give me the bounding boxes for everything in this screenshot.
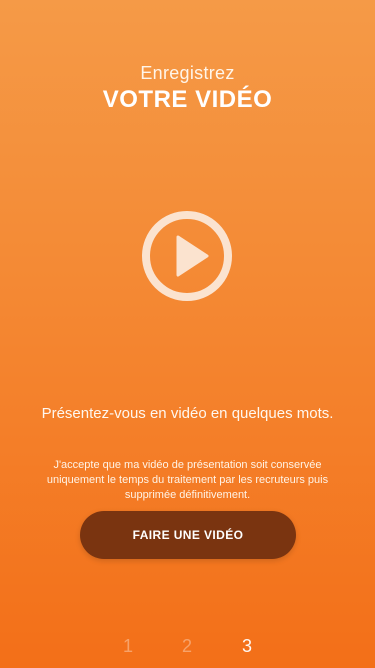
step-3[interactable]: 3 [237,634,257,658]
onboarding-screen: Enregistrez VOTRE VIDÉO Présentez-vous e… [0,0,375,668]
page-subtitle: Enregistrez [140,63,235,83]
step-indicator: 1 2 3 [0,634,375,658]
intro-text: Présentez-vous en vidéo en quelques mots… [41,405,334,422]
page-title: VOTRE VIDÉO [102,86,273,113]
record-video-button[interactable]: FAIRE UNE VIDÉO [80,511,296,559]
step-2[interactable]: 2 [177,634,197,658]
play-button[interactable] [141,210,233,302]
play-circle-icon [142,211,232,301]
header: Enregistrez VOTRE VIDÉO [0,62,375,114]
step-1[interactable]: 1 [118,634,138,658]
consent-text: J'accepte que ma vidéo de présentation s… [46,459,329,501]
